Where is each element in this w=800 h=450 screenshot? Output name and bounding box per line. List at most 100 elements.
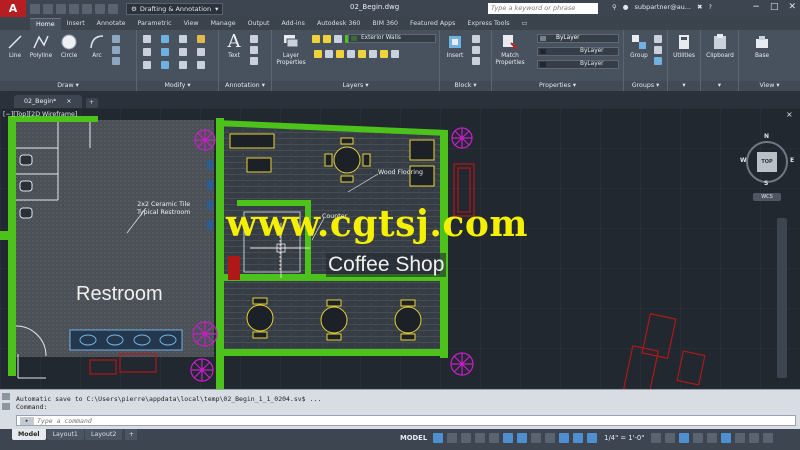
group-edit-icon[interactable]: [654, 46, 662, 54]
clipboard-panel-title[interactable]: ▾: [701, 81, 738, 91]
auto-scale-icon[interactable]: [587, 433, 598, 443]
gear-icon[interactable]: [651, 433, 662, 443]
draw-panel-title[interactable]: Draw ▾: [0, 81, 136, 91]
create-block-icon[interactable]: [472, 35, 480, 43]
color-dropdown[interactable]: ByLayer: [537, 34, 619, 43]
undo-icon[interactable]: [95, 3, 105, 14]
properties-panel-title[interactable]: Properties ▾: [492, 81, 623, 91]
match-properties-tool[interactable]: Match Properties: [494, 33, 526, 67]
annotation-panel-title[interactable]: Annotation ▾: [219, 81, 271, 91]
block-panel-title[interactable]: Block ▾: [440, 81, 491, 91]
explode-icon[interactable]: [197, 48, 205, 56]
new-tab-button[interactable]: +: [85, 98, 98, 108]
modify-panel-title[interactable]: Modify ▾: [137, 81, 218, 91]
command-input[interactable]: [37, 416, 737, 425]
erase-icon[interactable]: [197, 35, 205, 43]
lineweight-dropdown[interactable]: ByLayer: [537, 60, 619, 69]
tab-featured-apps[interactable]: Featured Apps: [404, 18, 461, 30]
search-icon[interactable]: ⚲: [612, 3, 617, 11]
tab-home[interactable]: Home: [30, 18, 61, 30]
model-space-button[interactable]: MODEL: [398, 433, 429, 443]
layer-merge-icon[interactable]: [391, 50, 399, 58]
edit-block-icon[interactable]: [472, 46, 480, 54]
transparency-icon[interactable]: [545, 433, 556, 443]
workspace-dropdown[interactable]: ⚙ Drafting & Annotation ▾: [126, 2, 224, 15]
utilities-panel-title[interactable]: ▾: [668, 81, 700, 91]
object-snap-icon[interactable]: [517, 433, 528, 443]
insert-tool[interactable]: Insert: [442, 33, 468, 60]
edit-attributes-icon[interactable]: [472, 57, 480, 65]
wcs-menu[interactable]: WCS: [753, 193, 781, 201]
utilities-tool[interactable]: Utilities: [671, 33, 697, 60]
snap-icon[interactable]: [447, 433, 458, 443]
add-layout-button[interactable]: +: [125, 429, 138, 440]
linetype-dropdown[interactable]: ByLayer: [537, 47, 619, 56]
hardware-acceleration-icon[interactable]: [735, 433, 746, 443]
ribbon-toggle-icon[interactable]: ▭: [516, 18, 534, 30]
tab-parametric[interactable]: Parametric: [132, 18, 178, 30]
leader-icon[interactable]: [250, 46, 258, 54]
application-menu-button[interactable]: A: [0, 0, 26, 17]
viewcube[interactable]: TOP N S E W: [740, 133, 796, 189]
tab-output[interactable]: Output: [242, 18, 276, 30]
base-tool[interactable]: Base: [749, 33, 775, 60]
compass-north[interactable]: N: [764, 133, 769, 140]
exchange-icon[interactable]: ✖: [697, 3, 702, 11]
compass-south[interactable]: S: [764, 180, 768, 187]
layer-isolate-icon[interactable]: [314, 50, 322, 58]
annotation-scale[interactable]: 1/4" = 1'-0": [601, 434, 647, 442]
compass-west[interactable]: W: [740, 157, 747, 164]
annotation-visibility-icon[interactable]: [573, 433, 584, 443]
lock-ui-icon[interactable]: [707, 433, 718, 443]
text-tool[interactable]: A Text: [221, 33, 247, 60]
drawing-canvas[interactable]: [−][Top][2D Wireframe] 2x2 Ceramic Tile …: [0, 108, 800, 389]
arc-tool[interactable]: Arc: [84, 33, 110, 60]
close-viewport-icon[interactable]: ×: [786, 110, 793, 119]
lock-icon[interactable]: [334, 35, 342, 43]
layer-lock-icon[interactable]: [347, 50, 355, 58]
grid-icon[interactable]: [433, 433, 444, 443]
layers-panel-title[interactable]: Layers ▾: [272, 81, 439, 91]
tab-express-tools[interactable]: Express Tools: [461, 18, 515, 30]
search-input[interactable]: Type a keyword or phrase: [488, 3, 598, 14]
save-as-icon[interactable]: [69, 3, 79, 14]
isodraft-icon[interactable]: [489, 433, 500, 443]
clean-screen-icon[interactable]: [749, 433, 760, 443]
light-bulb-icon[interactable]: [312, 35, 320, 43]
group-tool[interactable]: Group: [626, 33, 652, 60]
layer-dropdown[interactable]: Exterior Walls: [348, 34, 436, 43]
offset-icon[interactable]: [197, 61, 205, 69]
user-name[interactable]: subpartner@au...: [634, 3, 691, 11]
move-icon[interactable]: [143, 35, 151, 43]
dimension-icon[interactable]: [250, 35, 258, 43]
quick-properties-icon[interactable]: [693, 433, 704, 443]
rotate-icon[interactable]: [161, 35, 169, 43]
compass-east[interactable]: E: [790, 157, 794, 164]
close-button[interactable]: ✕: [788, 2, 796, 12]
minimize-button[interactable]: −: [752, 2, 760, 12]
viewcube-top-face[interactable]: TOP: [757, 152, 777, 172]
units-icon[interactable]: [679, 433, 690, 443]
plot-icon[interactable]: [82, 3, 92, 14]
tab-bim-360[interactable]: BIM 360: [366, 18, 404, 30]
tab-autodesk-360[interactable]: Autodesk 360: [311, 18, 366, 30]
view-panel-title[interactable]: View ▾: [739, 81, 800, 91]
object-snap-tracking-icon[interactable]: [503, 433, 514, 443]
polar-icon[interactable]: [475, 433, 486, 443]
new-icon[interactable]: [30, 3, 40, 14]
sun-icon[interactable]: [323, 35, 331, 43]
ungroup-icon[interactable]: [654, 35, 662, 43]
customization-icon[interactable]: [763, 433, 774, 443]
tab-layout2[interactable]: Layout2: [84, 429, 123, 440]
redo-icon[interactable]: [108, 3, 118, 14]
polyline-tool[interactable]: Polyline: [28, 33, 54, 60]
command-line-handle[interactable]: [2, 393, 11, 426]
selection-cycling-icon[interactable]: [559, 433, 570, 443]
boundary-icon[interactable]: [112, 57, 120, 65]
array-icon[interactable]: [179, 61, 187, 69]
recent-commands-icon[interactable]: ▸: [20, 416, 34, 425]
save-icon[interactable]: [56, 3, 66, 14]
circle-tool[interactable]: Circle: [56, 33, 82, 60]
table-icon[interactable]: [250, 57, 258, 65]
trim-icon[interactable]: [179, 35, 187, 43]
